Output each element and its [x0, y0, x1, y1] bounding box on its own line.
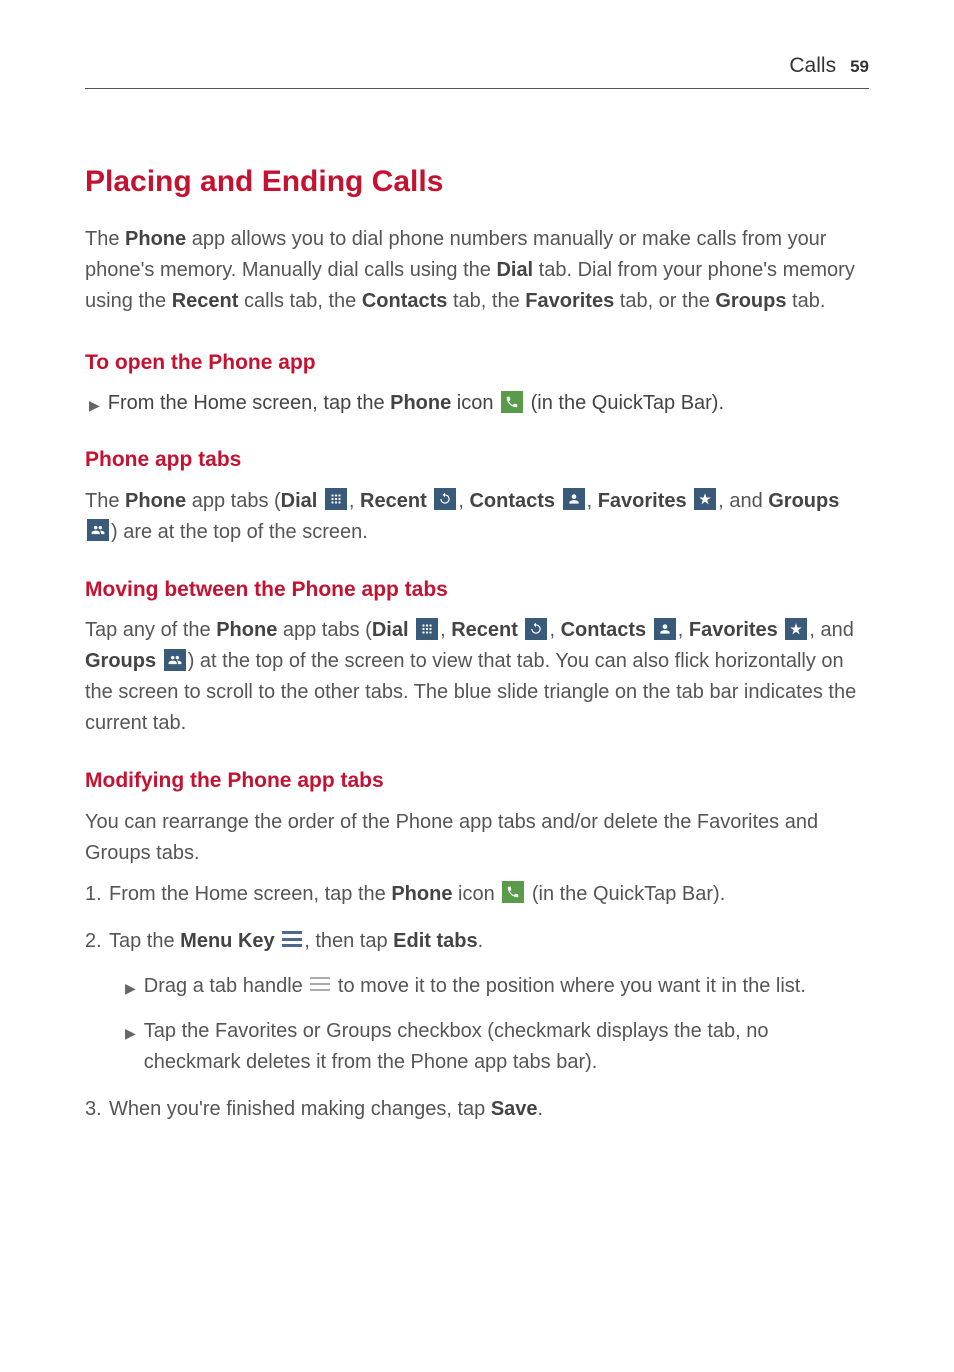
phone-tabs-paragraph: The Phone app tabs (Dial , Recent , Cont…	[85, 486, 869, 548]
subheading-moving-tabs: Moving between the Phone app tabs	[85, 574, 869, 606]
contacts-icon	[563, 488, 585, 510]
step-2: Tap the Menu Key , then tap Edit tabs. ▶…	[85, 926, 869, 1078]
bullet-open-phone: ▶ From the Home screen, tap the Phone ic…	[89, 388, 869, 418]
arrow-icon: ▶	[125, 1023, 136, 1045]
dial-icon	[325, 488, 347, 510]
page-header: Calls 59	[85, 50, 869, 89]
step-1: From the Home screen, tap the Phone icon…	[85, 879, 869, 910]
arrow-icon: ▶	[125, 978, 136, 1000]
groups-icon	[164, 649, 186, 671]
sub-bullet-drag: ▶ Drag a tab handle to move it to the po…	[125, 971, 869, 1002]
recent-icon	[525, 618, 547, 640]
moving-tabs-paragraph: Tap any of the Phone app tabs (Dial , Re…	[85, 615, 869, 739]
menu-key-icon	[282, 931, 302, 947]
modifying-intro: You can rearrange the order of the Phone…	[85, 807, 869, 869]
groups-icon	[87, 519, 109, 541]
page-title: Placing and Ending Calls	[85, 159, 869, 204]
tab-handle-icon	[310, 977, 330, 991]
header-page-number: 59	[850, 54, 869, 80]
subheading-open-phone: To open the Phone app	[85, 347, 869, 379]
steps-list: From the Home screen, tap the Phone icon…	[85, 879, 869, 1125]
subheading-phone-tabs: Phone app tabs	[85, 444, 869, 476]
dial-icon	[416, 618, 438, 640]
favorites-icon	[694, 488, 716, 510]
arrow-icon: ▶	[89, 395, 100, 416]
header-section: Calls	[789, 50, 836, 82]
step-3: When you're finished making changes, tap…	[85, 1094, 869, 1125]
sub-bullet-checkbox: ▶ Tap the Favorites or Groups checkbox (…	[125, 1016, 869, 1078]
recent-icon	[434, 488, 456, 510]
phone-icon	[501, 391, 523, 413]
phone-icon	[502, 881, 524, 903]
subheading-modifying-tabs: Modifying the Phone app tabs	[85, 765, 869, 797]
contacts-icon	[654, 618, 676, 640]
intro-paragraph: The Phone app allows you to dial phone n…	[85, 224, 869, 317]
favorites-icon	[785, 618, 807, 640]
